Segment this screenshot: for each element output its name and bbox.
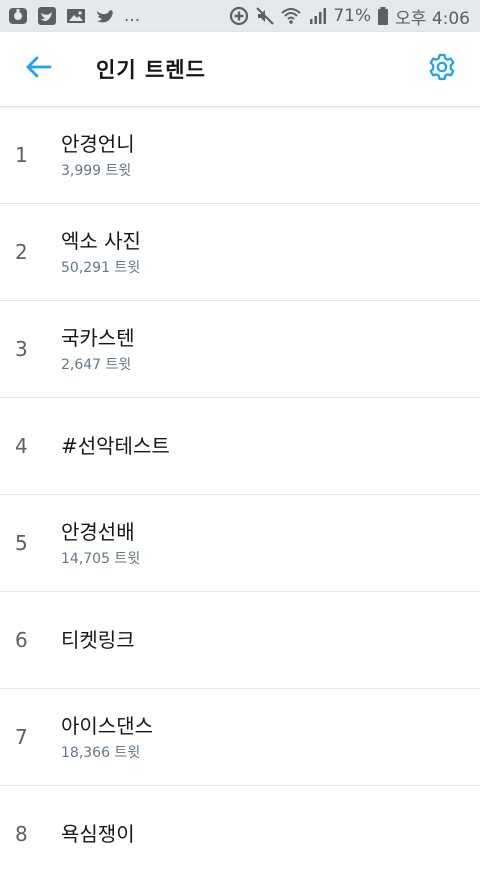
- trend-name: 국카스텐: [61, 325, 135, 350]
- trend-list: 1 안경언니 3,999 트윗 2 엑소 사진 50,291 트윗 3 국카스텐…: [0, 107, 480, 882]
- mute-icon: [255, 6, 275, 26]
- back-button[interactable]: [18, 53, 58, 85]
- status-time: 오후 4:06: [395, 8, 470, 29]
- trend-tweet-count: 2,647 트윗: [61, 356, 132, 373]
- unknown-app-icon: [8, 6, 28, 26]
- trend-name: 욕심쟁이: [61, 822, 135, 846]
- trend-body: 안경언니 3,999 트윗: [61, 107, 135, 203]
- trend-row[interactable]: 3 국카스텐 2,647 트윗: [0, 301, 480, 398]
- settings-button[interactable]: [423, 52, 461, 86]
- battery-percent: 71%: [333, 6, 372, 26]
- trend-tweet-count: 50,291 트윗: [61, 259, 141, 276]
- trend-row[interactable]: 2 엑소 사진 50,291 트윗: [0, 204, 480, 301]
- status-more-indicator: ...: [124, 6, 141, 26]
- trend-name: 안경언니: [61, 131, 135, 156]
- trend-rank: 7: [15, 725, 28, 749]
- trend-rank: 8: [15, 822, 28, 846]
- trend-body: 국카스텐 2,647 트윗: [61, 301, 135, 397]
- page-title: 인기 트렌드: [96, 58, 206, 82]
- wifi-icon: [281, 6, 302, 26]
- status-bar: ... 71% 오후 4:06: [0, 0, 480, 32]
- trend-row[interactable]: 8 욕심쟁이: [0, 786, 480, 882]
- trend-name: 엑소 사진: [61, 228, 141, 253]
- twitter-icon: [37, 6, 57, 26]
- trend-rank: 4: [15, 434, 28, 458]
- trend-row[interactable]: 4 #선악테스트: [0, 398, 480, 495]
- trend-row[interactable]: 1 안경언니 3,999 트윗: [0, 107, 480, 204]
- trend-body: #선악테스트: [61, 398, 170, 494]
- trend-rank: 6: [15, 628, 28, 652]
- image-icon: [66, 6, 86, 26]
- twitter-icon: [95, 6, 115, 26]
- trend-row[interactable]: 7 아이스댄스 18,366 트윗: [0, 689, 480, 786]
- status-bar-right: 71% 오후 4:06: [229, 4, 480, 29]
- trend-body: 욕심쟁이: [61, 786, 135, 882]
- data-saver-icon: [229, 6, 249, 26]
- signal-icon: [307, 6, 327, 26]
- trend-tweet-count: 3,999 트윗: [61, 162, 132, 179]
- trend-tweet-count: 18,366 트윗: [61, 744, 141, 761]
- status-bar-left: ...: [0, 6, 140, 26]
- trend-name: #선악테스트: [61, 434, 170, 458]
- trend-tweet-count: 14,705 트윗: [61, 550, 141, 567]
- app-header: 인기 트렌드: [0, 32, 480, 107]
- trend-body: 안경선배 14,705 트윗: [61, 495, 140, 591]
- trend-body: 아이스댄스 18,366 트윗: [61, 689, 153, 785]
- battery-icon: [377, 6, 389, 26]
- trend-row[interactable]: 5 안경선배 14,705 트윗: [0, 495, 480, 592]
- trend-rank: 3: [15, 337, 28, 361]
- trend-name: 안경선배: [61, 519, 135, 544]
- trend-rank: 1: [15, 143, 28, 167]
- trend-body: 티켓링크: [61, 592, 135, 688]
- arrow-left-icon: [24, 55, 52, 83]
- trend-name: 아이스댄스: [61, 713, 153, 738]
- trend-rank: 5: [15, 531, 28, 555]
- gear-icon: [427, 52, 457, 86]
- trend-body: 엑소 사진 50,291 트윗: [61, 204, 141, 300]
- trend-row[interactable]: 6 티켓링크: [0, 592, 480, 689]
- trend-rank: 2: [15, 240, 28, 264]
- trend-name: 티켓링크: [61, 628, 135, 652]
